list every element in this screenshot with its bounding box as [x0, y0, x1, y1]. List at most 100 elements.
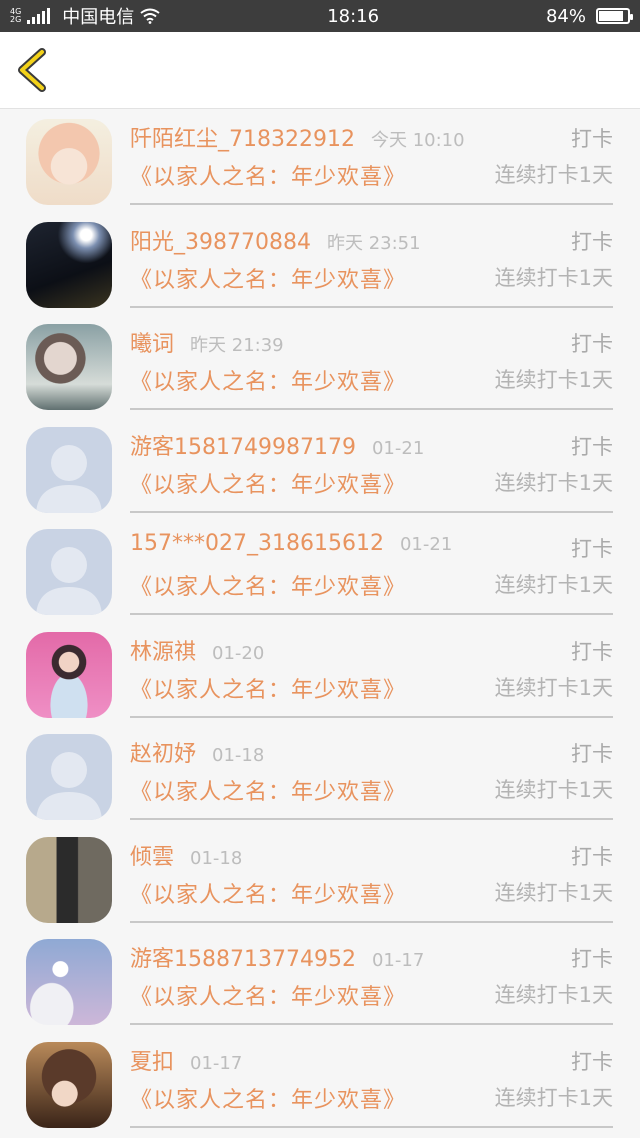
checkin-status: 打卡 — [571, 434, 613, 459]
streak-text: 连续打卡1天 — [494, 880, 613, 905]
status-right: 84% — [545, 5, 633, 27]
top-nav-bar — [0, 32, 640, 109]
carrier-name: 中国电信 — [62, 7, 135, 28]
list-item[interactable]: 157***027_318615612 01-21 打卡 《以家人之名：年少欢喜》… — [0, 519, 640, 622]
timestamp: 昨天 21:39 — [190, 335, 284, 356]
list-item[interactable]: 阳光_398770884 昨天 23:51 打卡 《以家人之名：年少欢喜》 连续打… — [0, 212, 640, 315]
book-title: 《以家人之名：年少欢喜》 — [130, 985, 407, 1010]
list-item-body: 倾雲 01-18 打卡 《以家人之名：年少欢喜》 连续打卡1天 — [130, 827, 613, 923]
book-title: 《以家人之名：年少欢喜》 — [130, 1087, 407, 1113]
book-title: 《以家人之名：年少欢喜》 — [130, 677, 407, 703]
list-item-body: 阡陌红尘_718322912 今天 10:10 打卡 《以家人之名：年少欢喜》 连… — [130, 109, 613, 205]
list-item-body: 曦词 昨天 21:39 打卡 《以家人之名：年少欢喜》 连续打卡1天 — [130, 314, 613, 410]
timestamp: 01-18 — [212, 745, 265, 766]
avatar[interactable] — [26, 426, 112, 513]
avatar[interactable] — [26, 119, 112, 205]
list-item-body: 游客1581749987179 01-21 打卡 《以家人之名：年少欢喜》 连续打… — [130, 417, 613, 513]
list-item[interactable]: 游客1588713774952 01-17 打卡 《以家人之名：年少欢喜》 连续打… — [0, 929, 640, 1032]
list-item-body: 赵初妤 01-18 打卡 《以家人之名：年少欢喜》 连续打卡1天 — [130, 724, 613, 820]
back-button[interactable] — [14, 48, 54, 92]
user-name: 157***027_318615612 01-21 — [130, 531, 452, 556]
streak-text: 连续打卡1天 — [494, 573, 613, 597]
chevron-left-icon — [18, 48, 46, 92]
battery-icon — [596, 8, 633, 24]
user-name-text: 阳光_398770884 — [130, 229, 311, 255]
checkin-status: 打卡 — [571, 537, 613, 561]
timestamp: 01-21 — [399, 534, 453, 555]
avatar[interactable] — [26, 529, 112, 615]
avatar[interactable] — [26, 939, 112, 1025]
status-left: 4G 2G 中国电信 — [10, 3, 160, 29]
signal-icon — [27, 8, 51, 24]
timestamp: 01-17 — [190, 1052, 243, 1074]
streak-text: 连续打卡1天 — [494, 265, 613, 290]
book-title: 《以家人之名：年少欢喜》 — [130, 267, 407, 293]
user-name: 赵初妤 01-18 — [130, 736, 264, 768]
user-name-text: 林源祺 — [130, 639, 197, 665]
list-item[interactable]: 夏扣 01-17 打卡 《以家人之名：年少欢喜》 连续打卡1天 — [0, 1032, 640, 1135]
timestamp: 01-21 — [371, 437, 425, 459]
book-title: 《以家人之名：年少欢喜》 — [130, 780, 407, 805]
network-type-bottom: 2G — [10, 15, 22, 24]
user-name: 阳光_398770884 昨天 23:51 — [130, 224, 421, 256]
list-item-body: 林源祺 01-20 打卡 《以家人之名：年少欢喜》 连续打卡1天 — [130, 622, 613, 718]
user-name-text: 赵初妤 — [130, 742, 197, 767]
timestamp: 昨天 23:51 — [326, 232, 421, 254]
user-name: 曦词 昨天 21:39 — [130, 326, 284, 358]
default-avatar-icon — [36, 752, 102, 820]
streak-text: 连续打卡1天 — [494, 470, 613, 495]
user-name-text: 157***027_318615612 — [130, 531, 384, 556]
list-item[interactable]: 游客1581749987179 01-21 打卡 《以家人之名：年少欢喜》 连续打… — [0, 417, 640, 520]
list-item[interactable]: 曦词 昨天 21:39 打卡 《以家人之名：年少欢喜》 连续打卡1天 — [0, 314, 640, 417]
checkin-status: 打卡 — [571, 639, 613, 664]
status-bar: 4G 2G 中国电信 18:16 84% — [0, 0, 640, 32]
checkin-status: 打卡 — [571, 229, 613, 254]
network-type: 4G 2G — [10, 8, 21, 24]
timestamp: 01-18 — [190, 847, 243, 869]
user-name: 游客1581749987179 01-21 — [130, 429, 424, 461]
avatar[interactable] — [26, 1041, 112, 1128]
timestamp: 01-20 — [212, 642, 265, 664]
streak-text: 连续打卡1天 — [494, 1085, 613, 1110]
user-name-text: 游客1588713774952 — [130, 947, 356, 972]
list-item[interactable]: 阡陌红尘_718322912 今天 10:10 打卡 《以家人之名：年少欢喜》 连… — [0, 109, 640, 212]
checkin-status: 打卡 — [571, 742, 613, 766]
streak-text: 连续打卡1天 — [494, 675, 613, 700]
timestamp: 今天 10:10 — [370, 130, 465, 151]
book-title: 《以家人之名：年少欢喜》 — [130, 882, 407, 908]
streak-text: 连续打卡1天 — [494, 983, 613, 1007]
battery-percent: 84% — [545, 5, 586, 27]
checkin-status: 打卡 — [571, 127, 613, 151]
avatar[interactable] — [26, 221, 112, 308]
user-name: 阡陌红尘_718322912 今天 10:10 — [130, 121, 465, 153]
list-item-body: 157***027_318615612 01-21 打卡 《以家人之名：年少欢喜》… — [130, 519, 613, 615]
user-name-text: 游客1581749987179 — [130, 434, 356, 460]
list-item-body: 游客1588713774952 01-17 打卡 《以家人之名：年少欢喜》 连续打… — [130, 929, 613, 1025]
avatar[interactable] — [26, 324, 112, 410]
clock: 18:16 — [327, 5, 380, 27]
list-item[interactable]: 林源祺 01-20 打卡 《以家人之名：年少欢喜》 连续打卡1天 — [0, 622, 640, 725]
book-title: 《以家人之名：年少欢喜》 — [130, 472, 407, 498]
checkin-list: 阡陌红尘_718322912 今天 10:10 打卡 《以家人之名：年少欢喜》 连… — [0, 109, 640, 1134]
book-title: 《以家人之名：年少欢喜》 — [130, 575, 407, 600]
list-item-body: 夏扣 01-17 打卡 《以家人之名：年少欢喜》 连续打卡1天 — [130, 1032, 613, 1128]
book-title: 《以家人之名：年少欢喜》 — [130, 370, 407, 395]
wifi-icon — [140, 8, 160, 24]
streak-text: 连续打卡1天 — [494, 163, 613, 187]
list-item[interactable]: 赵初妤 01-18 打卡 《以家人之名：年少欢喜》 连续打卡1天 — [0, 724, 640, 827]
user-name: 倾雲 01-18 — [130, 839, 242, 871]
checkin-status: 打卡 — [571, 332, 613, 356]
avatar[interactable] — [26, 631, 112, 718]
avatar[interactable] — [26, 836, 112, 923]
streak-text: 连续打卡1天 — [494, 368, 613, 392]
book-title: 《以家人之名：年少欢喜》 — [130, 165, 407, 190]
user-name-text: 曦词 — [130, 332, 175, 357]
streak-text: 连续打卡1天 — [494, 778, 613, 802]
user-name-text: 倾雲 — [130, 844, 175, 870]
default-avatar-icon — [36, 547, 102, 615]
list-item[interactable]: 倾雲 01-18 打卡 《以家人之名：年少欢喜》 连续打卡1天 — [0, 827, 640, 930]
list-item-body: 阳光_398770884 昨天 23:51 打卡 《以家人之名：年少欢喜》 连续打… — [130, 212, 613, 308]
checkin-status: 打卡 — [571, 844, 613, 869]
timestamp: 01-17 — [371, 950, 425, 971]
avatar[interactable] — [26, 734, 112, 820]
